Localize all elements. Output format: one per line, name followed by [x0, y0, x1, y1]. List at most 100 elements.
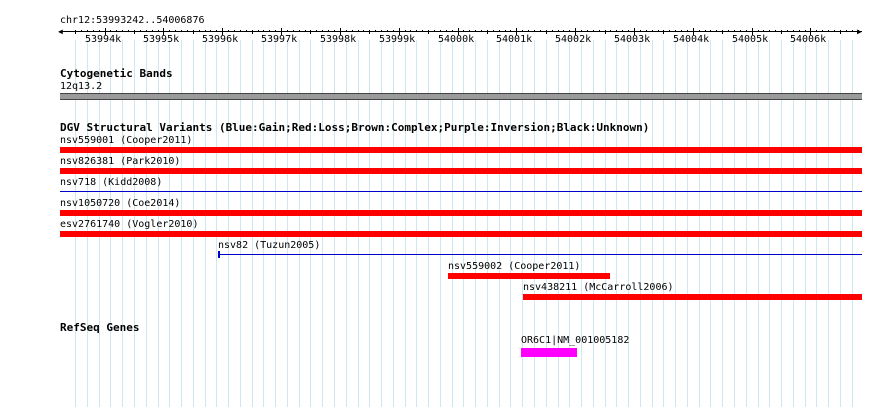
- ruler-minor-tick: [816, 30, 817, 32]
- ruler-minor-tick: [669, 30, 670, 32]
- ruler-minor-tick: [328, 30, 329, 32]
- variant-label[interactable]: esv2761740 (Vogler2010): [60, 219, 198, 230]
- ruler-minor-tick: [293, 30, 294, 32]
- ruler-minor-tick: [687, 30, 688, 32]
- ruler-minor-tick: [493, 30, 494, 32]
- ruler-tick-label: 53999k: [379, 34, 416, 45]
- ruler-minor-tick: [240, 30, 241, 32]
- ruler-minor-tick: [252, 30, 253, 34]
- ruler-minor-tick: [446, 30, 447, 32]
- ruler-minor-tick: [587, 30, 588, 32]
- ruler-minor-tick: [616, 30, 617, 32]
- ruler-minor-tick: [505, 30, 506, 32]
- ruler-minor-tick: [440, 30, 441, 32]
- ruler-minor-tick: [99, 30, 100, 32]
- ruler-tick-label: 54001k: [496, 34, 533, 45]
- ruler-minor-tick: [722, 30, 723, 34]
- ruler-minor-tick: [152, 30, 153, 32]
- ruler-minor-tick: [805, 30, 806, 32]
- ruler-minor-tick: [740, 30, 741, 32]
- ruler-minor-tick: [110, 30, 111, 32]
- ruler-minor-tick: [481, 30, 482, 32]
- ruler-minor-tick: [87, 30, 88, 32]
- ruler-minor-tick: [469, 30, 470, 32]
- variant-bar[interactable]: [60, 147, 862, 153]
- variant-label[interactable]: nsv82 (Tuzun2005): [218, 240, 320, 251]
- ruler-minor-tick: [675, 30, 676, 32]
- ruler-minor-tick: [258, 30, 259, 32]
- ruler-minor-tick: [605, 30, 606, 34]
- ruler-minor-tick: [305, 30, 306, 32]
- ruler-minor-tick: [499, 30, 500, 32]
- ruler-minor-tick: [369, 30, 370, 34]
- ruler-minor-tick: [299, 30, 300, 32]
- ruler-minor-tick: [122, 30, 123, 32]
- ruler-minor-tick: [852, 30, 853, 32]
- ruler-minor-tick: [840, 30, 841, 34]
- ruler-tick-label: 54000k: [438, 34, 475, 45]
- ruler-minor-tick: [75, 30, 76, 34]
- ruler-minor-tick: [728, 30, 729, 32]
- ruler-minor-tick: [175, 30, 176, 32]
- ruler-tick-label: 53996k: [202, 34, 239, 45]
- ruler-minor-tick: [534, 30, 535, 32]
- ruler-minor-tick: [134, 30, 135, 34]
- variant-label[interactable]: nsv826381 (Park2010): [60, 156, 180, 167]
- ruler-minor-tick: [610, 30, 611, 32]
- ruler-minor-tick: [699, 30, 700, 32]
- ruler-minor-tick: [128, 30, 129, 32]
- variant-label[interactable]: nsv718 (Kidd2008): [60, 177, 162, 188]
- ruler-tick-label: 53998k: [320, 34, 357, 45]
- ruler-minor-tick: [416, 30, 417, 32]
- ruler-minor-tick: [663, 30, 664, 34]
- ruler-minor-tick: [352, 30, 353, 32]
- ruler-minor-tick: [199, 30, 200, 32]
- ruler-minor-tick: [769, 30, 770, 32]
- ruler-tick-label: 53994k: [85, 34, 122, 45]
- cytoband-bar[interactable]: [60, 93, 862, 100]
- ruler-minor-tick: [858, 30, 859, 32]
- ruler-tick-label: 53997k: [261, 34, 298, 45]
- ruler-minor-tick: [758, 30, 759, 32]
- region-label: chr12:53993242..54006876: [60, 15, 205, 26]
- ruler-minor-tick: [358, 30, 359, 32]
- ruler-minor-tick: [310, 30, 311, 34]
- ruler-minor-tick: [552, 30, 553, 32]
- scroll-left-arrow-icon[interactable]: ◀: [58, 28, 63, 36]
- ruler-minor-tick: [140, 30, 141, 32]
- variant-label[interactable]: nsv559002 (Cooper2011): [448, 261, 580, 272]
- ruler-minor-tick: [422, 30, 423, 32]
- ruler-minor-tick: [387, 30, 388, 32]
- variant-bar[interactable]: [218, 251, 862, 258]
- variant-bar[interactable]: [60, 191, 862, 192]
- variant-bar[interactable]: [60, 168, 862, 174]
- ruler-minor-tick: [569, 30, 570, 32]
- ruler-tick-label: 54002k: [555, 34, 592, 45]
- variant-bar[interactable]: [60, 210, 862, 216]
- variant-bar[interactable]: [60, 231, 862, 237]
- variant-label[interactable]: nsv438211 (McCarroll2006): [523, 282, 674, 293]
- ruler-minor-tick: [322, 30, 323, 32]
- ruler-minor-tick: [681, 30, 682, 32]
- ruler-minor-tick: [558, 30, 559, 32]
- ruler-minor-tick: [205, 30, 206, 32]
- ruler-minor-tick: [746, 30, 747, 32]
- ruler-minor-tick: [510, 30, 511, 32]
- ruler-minor-tick: [834, 30, 835, 32]
- ruler-minor-tick: [528, 30, 529, 32]
- gene-bar[interactable]: [521, 348, 577, 357]
- ruler-minor-tick: [210, 30, 211, 32]
- ruler-minor-tick: [716, 30, 717, 32]
- ruler-minor-tick: [228, 30, 229, 32]
- ruler-minor-tick: [334, 30, 335, 32]
- variant-bar[interactable]: [523, 294, 862, 300]
- variant-label[interactable]: nsv559001 (Cooper2011): [60, 135, 192, 146]
- gene-label[interactable]: OR6C1|NM_001005182: [521, 335, 629, 346]
- ruler-minor-tick: [428, 30, 429, 34]
- ruler-minor-tick: [287, 30, 288, 32]
- variant-bar[interactable]: [448, 273, 610, 279]
- ruler-minor-tick: [181, 30, 182, 32]
- ruler-minor-tick: [263, 30, 264, 32]
- variant-label[interactable]: nsv1050720 (Coe2014): [60, 198, 180, 209]
- ruler-minor-tick: [410, 30, 411, 32]
